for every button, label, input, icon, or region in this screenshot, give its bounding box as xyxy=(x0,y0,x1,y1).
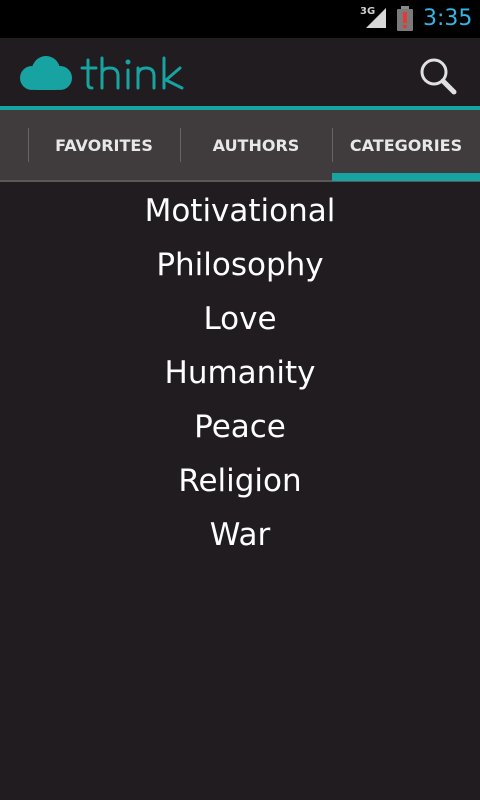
search-button[interactable] xyxy=(416,54,460,98)
tab-strip: FAVORITES AUTHORS CATEGORIES xyxy=(0,110,480,182)
category-item-humanity[interactable]: Humanity xyxy=(0,346,480,400)
selected-tab-indicator xyxy=(332,173,480,181)
category-item-philosophy[interactable]: Philosophy xyxy=(0,238,480,292)
tab-label: FAVORITES xyxy=(55,135,153,155)
signal-icon xyxy=(364,6,388,34)
action-bar xyxy=(0,38,480,106)
category-item-war[interactable]: War xyxy=(0,508,480,562)
think-logo xyxy=(18,54,198,98)
status-bar: 3G 3:35 xyxy=(0,0,480,38)
tab-authors[interactable]: AUTHORS xyxy=(180,110,332,180)
tab-label: AUTHORS xyxy=(212,135,300,155)
category-item-peace[interactable]: Peace xyxy=(0,400,480,454)
clock: 3:35 xyxy=(423,6,473,31)
category-item-love[interactable]: Love xyxy=(0,292,480,346)
tab-label: CATEGORIES xyxy=(349,135,463,155)
category-item-motivational[interactable]: Motivational xyxy=(0,184,480,238)
battery-low-icon xyxy=(396,6,414,36)
category-item-religion[interactable]: Religion xyxy=(0,454,480,508)
tab-categories[interactable]: CATEGORIES xyxy=(332,110,480,180)
tab-favorites[interactable]: FAVORITES xyxy=(28,110,180,180)
category-list: Motivational Philosophy Love Humanity Pe… xyxy=(0,184,480,562)
search-icon xyxy=(420,58,457,95)
